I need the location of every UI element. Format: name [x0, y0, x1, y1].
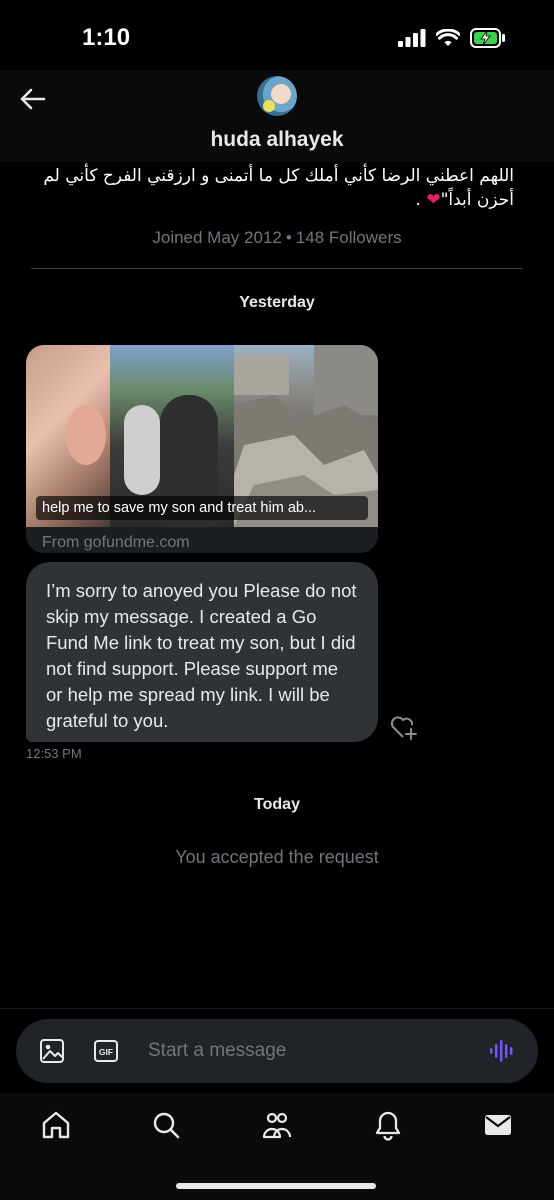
day-separator: Yesterday: [239, 294, 315, 311]
status-bar: 1:10: [0, 0, 554, 70]
heart-icon: ❤: [426, 190, 441, 210]
signal-icon: [398, 29, 426, 47]
link-preview-domain: From gofundme.com: [42, 534, 190, 551]
search-icon[interactable]: [150, 1109, 182, 1141]
conversation-header: huda alhayek: [0, 70, 554, 162]
gif-icon[interactable]: GIF: [92, 1037, 120, 1065]
wifi-icon: [436, 29, 460, 46]
link-preview-caption: help me to save my son and treat him ab.…: [36, 496, 368, 520]
communities-icon[interactable]: [261, 1109, 293, 1141]
message-timestamp: 12:53 PM: [26, 746, 82, 761]
arrow-left-icon[interactable]: [18, 84, 48, 114]
profile-meta: Joined May 2012 • 148 Followers: [152, 228, 402, 247]
divider: [0, 1008, 554, 1009]
home-icon[interactable]: [40, 1109, 72, 1141]
message-composer: GIF: [16, 1019, 538, 1083]
followers-count[interactable]: 148 Followers: [296, 228, 402, 247]
messages-icon[interactable]: [482, 1109, 514, 1141]
profile-name[interactable]: huda alhayek: [0, 128, 554, 152]
message-bubble[interactable]: I’m sorry to anoyed you Please do not sk…: [26, 562, 378, 742]
svg-text:GIF: GIF: [99, 1047, 113, 1057]
system-note: You accepted the request: [175, 847, 379, 867]
notifications-icon[interactable]: [372, 1109, 404, 1141]
bio-end: .: [415, 190, 421, 210]
status-icons: [398, 28, 506, 48]
image-icon[interactable]: [38, 1037, 66, 1065]
link-preview-card[interactable]: help me to save my son and treat him ab.…: [26, 345, 378, 553]
divider: [31, 268, 523, 269]
battery-charging-icon: [470, 28, 505, 48]
message-input[interactable]: [148, 1039, 448, 1063]
joined-date: Joined May 2012: [152, 228, 282, 247]
profile-bio: اللهم اعطني الرضا كأني أملك كل ما أتمنى …: [30, 164, 514, 212]
bio-text: اللهم اعطني الرضا كأني أملك كل ما أتمنى …: [43, 166, 514, 210]
home-indicator[interactable]: [176, 1183, 376, 1189]
add-reaction-icon[interactable]: [388, 712, 418, 742]
voice-message-icon[interactable]: [488, 1037, 516, 1065]
message-text: I’m sorry to anoyed you Please do not sk…: [46, 580, 357, 731]
avatar[interactable]: [257, 76, 297, 116]
status-time: 1:10: [82, 24, 131, 51]
day-separator: Today: [254, 796, 300, 813]
